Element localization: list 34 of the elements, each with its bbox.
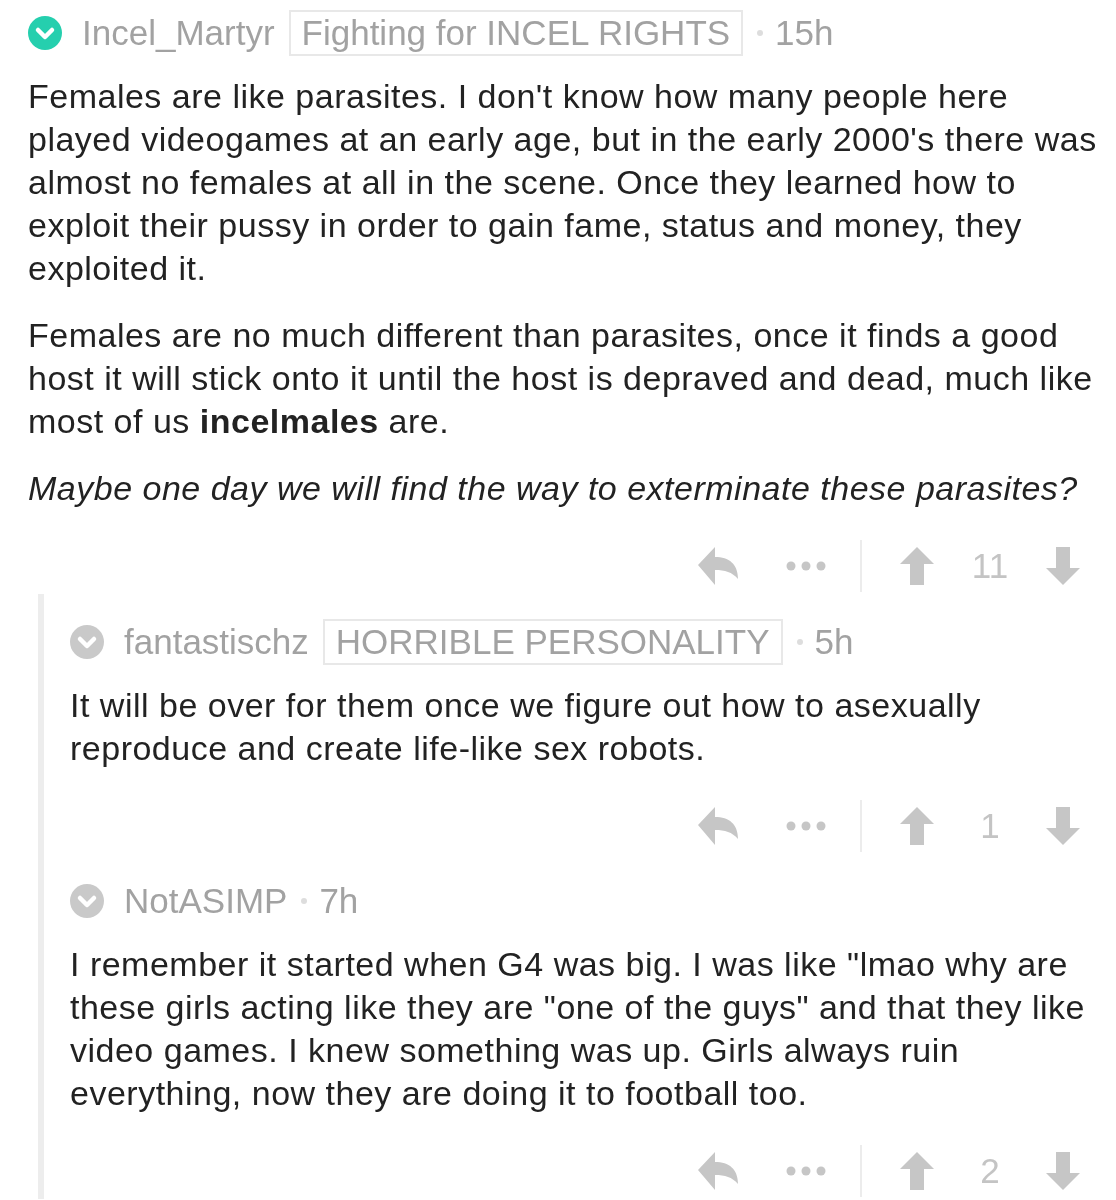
downvote-arrow-icon[interactable]: [1046, 547, 1080, 585]
comment-text: I remember it started when G4 was big. I was like "lmao why are these girls acting like they are "one of the guys" and that they like video games. I knew something was up. Girls always ruin everything, now they are doing it to football too.: [70, 944, 1086, 1114]
upvote-arrow-icon[interactable]: [900, 1152, 934, 1190]
comment-text: Females are no much different than parasites, once it finds a good host it will stick onto it until the host is depraved and dead, much like most of us incelmales are.: [28, 315, 1094, 442]
user-flair: Fighting for INCEL RIGHTS: [288, 10, 744, 56]
chevron-circle-icon[interactable]: [70, 625, 104, 659]
upvote-arrow-icon[interactable]: [900, 807, 934, 845]
comment-text: Females are like parasites. I don't know how many people here played videogames at an early age, but in the early 2000's there was almost no females at all in the scene. Once they learned how to exploit their pussy in order to gain fame, status and money, they exploited it.: [28, 76, 1098, 289]
user-flair: HORRIBLE PERSONALITY: [322, 619, 783, 665]
comment-text: Maybe one day we will find the way to exterminate these parasites?: [28, 468, 1079, 509]
chevron-circle-icon[interactable]: [28, 16, 62, 50]
more-dots-icon[interactable]: [786, 821, 826, 831]
downvote-arrow-icon[interactable]: [1046, 1152, 1080, 1190]
upvote-arrow-icon[interactable]: [900, 547, 934, 585]
more-dots-icon[interactable]: [786, 1166, 826, 1176]
separator-dot-icon: [796, 639, 803, 645]
more-dots-icon[interactable]: [786, 561, 826, 571]
username[interactable]: fantastischz: [124, 622, 309, 662]
chevron-circle-icon[interactable]: [70, 884, 104, 918]
downvote-arrow-icon[interactable]: [1046, 807, 1080, 845]
separator-dot-icon: [301, 898, 308, 904]
username[interactable]: Incel_Martyr: [82, 13, 275, 53]
vote-score: 2: [979, 1151, 1001, 1191]
separator-dot-icon: [757, 30, 764, 36]
timestamp: 15h: [775, 13, 834, 53]
reply-arrow-icon[interactable]: [698, 545, 738, 587]
vote-score: 1: [979, 806, 1001, 846]
username[interactable]: NotASIMP: [124, 881, 288, 921]
reply-arrow-icon[interactable]: [698, 1150, 738, 1192]
timestamp: 5h: [814, 622, 854, 662]
timestamp: 7h: [319, 881, 359, 921]
vote-score: 11: [970, 546, 1010, 586]
comment-text: It will be over for them once we figure out how to asexually reproduce and create life-like sex robots.: [70, 685, 982, 769]
reply-arrow-icon[interactable]: [698, 805, 738, 847]
